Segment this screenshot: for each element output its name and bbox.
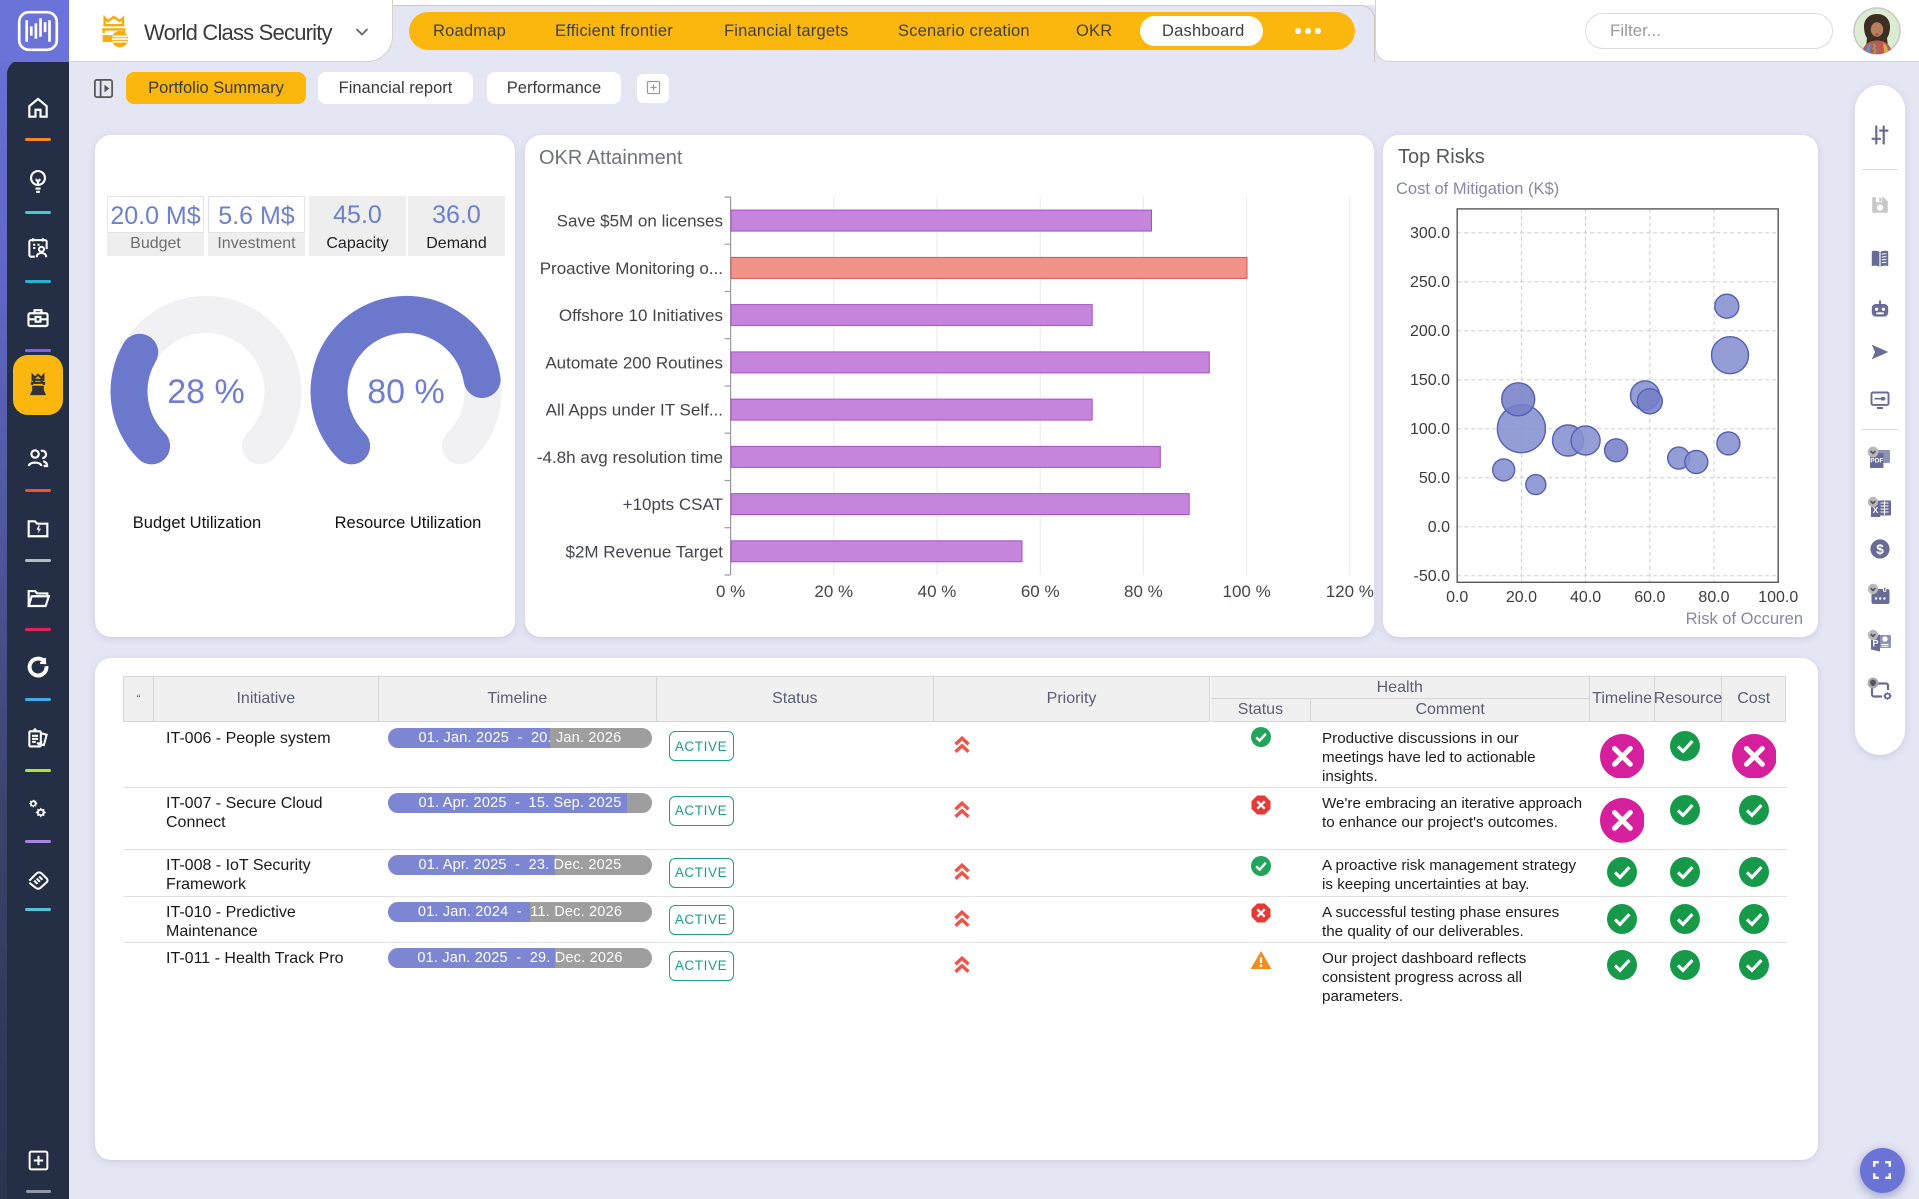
svg-text:20 %: 20 % [814,582,853,601]
svg-text:100.0: 100.0 [1410,421,1450,438]
svg-text:40.0: 40.0 [1570,589,1601,606]
svg-text:0 %: 0 % [716,582,745,601]
svg-text:Budget Utilization: Budget Utilization [133,514,261,532]
svg-text:150.0: 150.0 [1410,372,1450,389]
svg-text:Proactive Monitoring o...: Proactive Monitoring o... [540,259,723,278]
svg-text:60 %: 60 % [1021,582,1060,601]
svg-text:Risk of Occuren: Risk of Occuren [1686,610,1803,628]
svg-text:28 %: 28 % [167,373,245,411]
svg-text:Resource Utilization: Resource Utilization [335,514,482,532]
svg-text:250.0: 250.0 [1410,274,1450,291]
svg-text:$: $ [1876,542,1884,557]
svg-text:100.0: 100.0 [1758,589,1798,606]
svg-text:-4.8h avg resolution time: -4.8h avg resolution time [537,448,723,467]
svg-text:OKR Attainment: OKR Attainment [539,147,683,169]
svg-text:40 %: 40 % [918,582,957,601]
svg-text:0.0: 0.0 [1428,519,1450,536]
svg-text:200.0: 200.0 [1410,323,1450,340]
svg-text:20.0: 20.0 [1506,589,1537,606]
svg-text:80 %: 80 % [367,373,445,411]
svg-text:80.0: 80.0 [1698,589,1729,606]
svg-text:0.0: 0.0 [1446,589,1468,606]
svg-text:Top Risks: Top Risks [1398,146,1485,168]
svg-text:Offshore 10 Initiatives: Offshore 10 Initiatives [559,306,723,325]
svg-text:300.0: 300.0 [1410,225,1450,242]
svg-text:60.0: 60.0 [1634,589,1665,606]
svg-text:100 %: 100 % [1222,582,1270,601]
svg-text:-50.0: -50.0 [1414,568,1451,585]
svg-text:50.0: 50.0 [1419,470,1450,487]
svg-text:+10pts CSAT: +10pts CSAT [623,495,723,514]
svg-text:PDF: PDF [1870,457,1883,464]
svg-text:All Apps under IT Self...: All Apps under IT Self... [546,401,723,420]
svg-text:Save $5M on licenses: Save $5M on licenses [557,212,723,231]
svg-text:Automate 200 Routines: Automate 200 Routines [545,353,723,372]
svg-text:$2M Revenue Target: $2M Revenue Target [565,542,723,561]
svg-text:120 %: 120 % [1326,582,1374,601]
svg-text:Cost of Mitigation (K$): Cost of Mitigation (K$) [1396,180,1559,198]
svg-text:80 %: 80 % [1124,582,1163,601]
